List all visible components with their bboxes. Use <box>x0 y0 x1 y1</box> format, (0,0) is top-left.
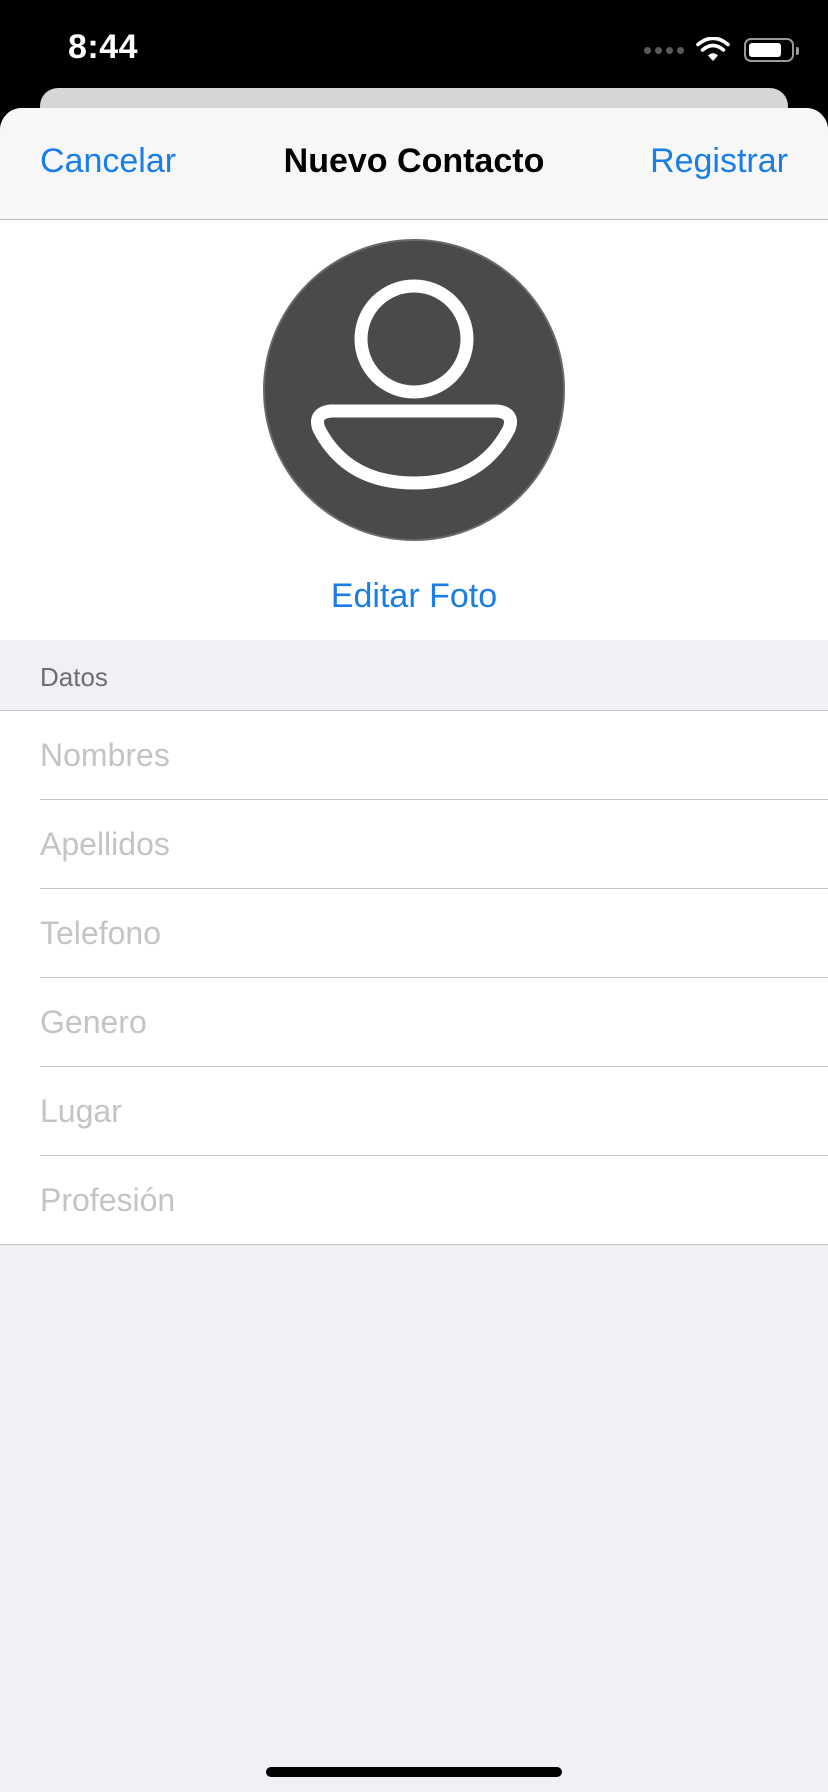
status-time: 8:44 <box>68 28 139 66</box>
wifi-icon <box>696 37 730 61</box>
navigation-bar: Cancelar Nuevo Contacto Registrar <box>0 108 828 220</box>
home-indicator[interactable] <box>266 1767 562 1777</box>
form-row-lugar <box>40 1067 828 1156</box>
battery-icon <box>744 38 799 62</box>
contact-form <box>0 711 828 1245</box>
form-row-genero <box>40 978 828 1067</box>
genero-field[interactable] <box>40 978 788 1066</box>
person-placeholder-icon <box>311 279 517 490</box>
section-header: Datos <box>0 640 828 711</box>
lugar-field[interactable] <box>40 1067 788 1155</box>
screen: 8:44 Cancelar Nuevo Contacto Registrar E… <box>0 0 828 1792</box>
status-bar: 8:44 <box>0 0 828 100</box>
battery-cap <box>796 47 799 55</box>
form-row-profesion <box>40 1156 828 1244</box>
new-contact-sheet: Cancelar Nuevo Contacto Registrar Editar… <box>0 108 828 1792</box>
status-icons <box>644 34 799 66</box>
photo-section: Editar Foto <box>0 220 828 640</box>
profesion-field[interactable] <box>40 1156 788 1244</box>
nombres-field[interactable] <box>40 711 788 799</box>
form-row-nombres <box>40 711 828 800</box>
section-title: Datos <box>40 662 108 692</box>
apellidos-field[interactable] <box>40 800 788 888</box>
form-row-apellidos <box>40 800 828 889</box>
edit-photo-button[interactable]: Editar Foto <box>0 576 828 617</box>
battery-fill <box>749 43 781 57</box>
avatar[interactable] <box>263 239 565 541</box>
register-button[interactable]: Registrar <box>650 142 788 181</box>
telefono-field[interactable] <box>40 889 788 977</box>
form-row-telefono <box>40 889 828 978</box>
signal-dots-icon <box>644 46 684 54</box>
